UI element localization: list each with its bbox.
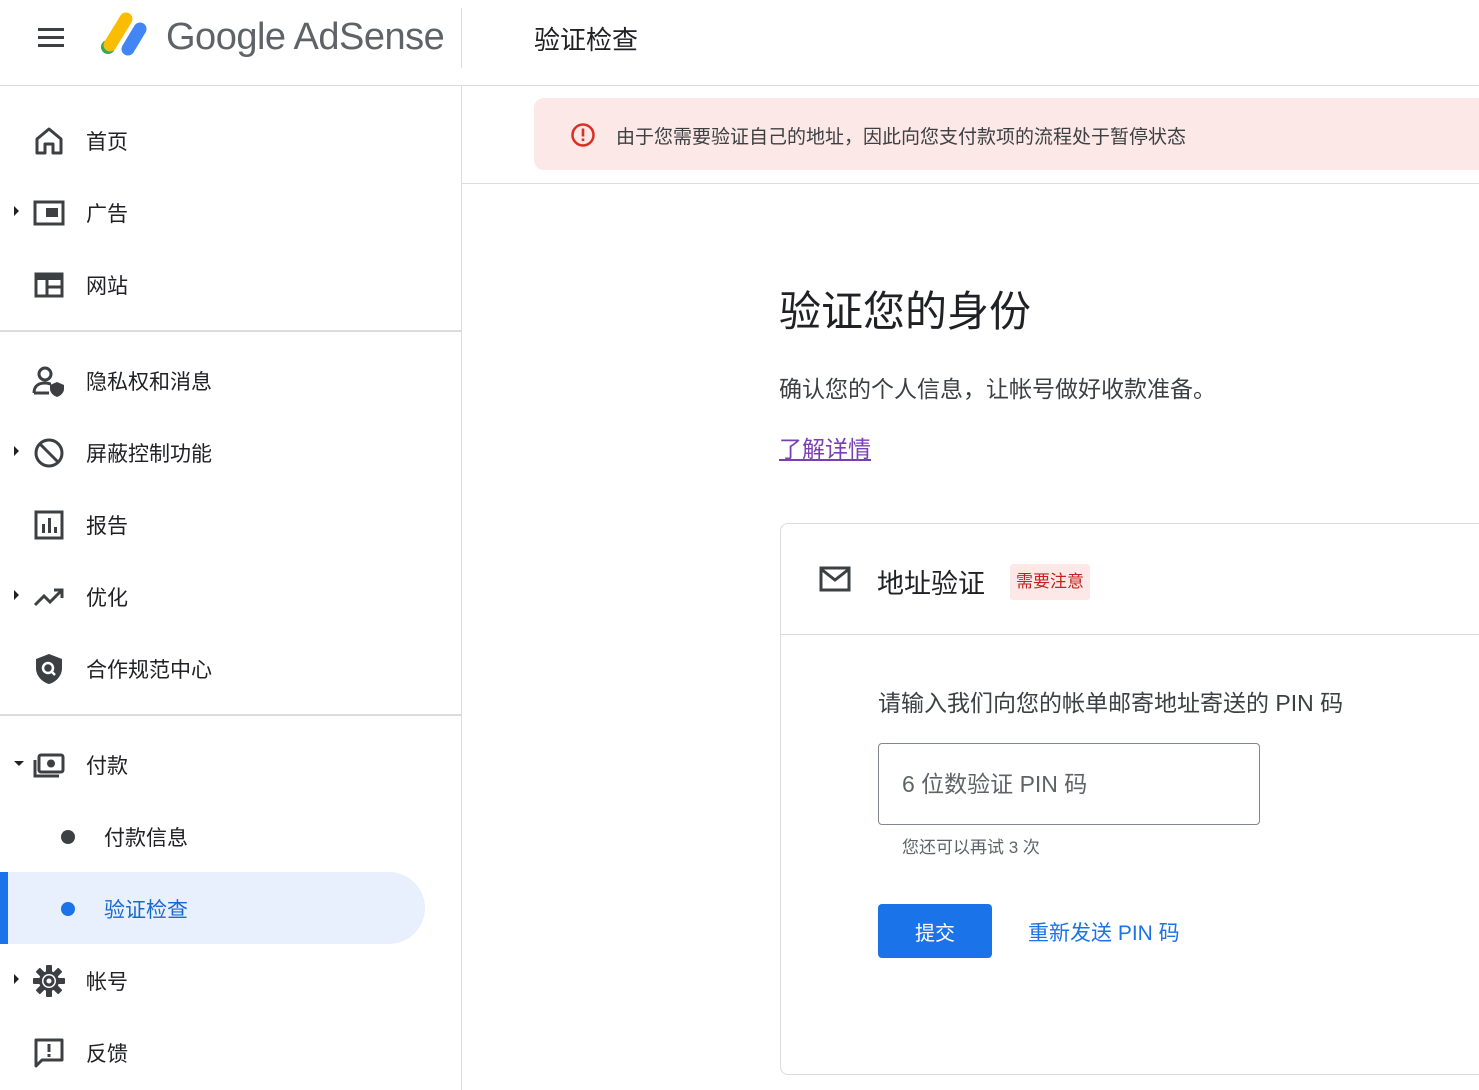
- sidebar-item-label: 报告: [86, 515, 128, 538]
- sidebar-item-label: 验证检查: [104, 899, 188, 922]
- sidebar-item-ads[interactable]: 广告: [0, 176, 425, 248]
- expand-caret-icon[interactable]: [14, 590, 19, 600]
- expand-caret-icon[interactable]: [14, 446, 19, 456]
- pin-input[interactable]: [878, 743, 1260, 825]
- page-title: 验证检查: [534, 25, 639, 55]
- sidebar-item-optimization[interactable]: 优化: [0, 560, 425, 632]
- sidebar-item-label: 网站: [86, 275, 128, 298]
- card-header: 地址验证 需要注意: [781, 524, 1479, 635]
- sidebar-item-privacy[interactable]: 隐私权和消息: [0, 344, 425, 416]
- gear-icon: [33, 965, 65, 997]
- privacy-icon: [32, 366, 64, 397]
- sidebar-item-label: 合作规范中心: [86, 659, 212, 682]
- sidebar-item-label: 帐号: [86, 971, 128, 994]
- sidebar-item-account[interactable]: 帐号: [0, 944, 425, 1016]
- alert-area: 由于您需要验证自己的地址，因此向您支付款项的流程处于暂停状态: [462, 86, 1479, 184]
- sidebar-item-label: 首页: [86, 131, 128, 154]
- submit-button[interactable]: 提交: [878, 904, 992, 958]
- header-divider: [461, 8, 462, 68]
- status-badge: 需要注意: [1010, 564, 1090, 600]
- sidebar-item-payments[interactable]: 付款: [0, 728, 425, 800]
- home-icon: [35, 127, 63, 155]
- learn-more-link[interactable]: 了解详情: [779, 430, 871, 464]
- sidebar-item-sites[interactable]: 网站: [0, 248, 425, 320]
- resend-pin-button[interactable]: 重新发送 PIN 码: [1028, 917, 1180, 947]
- sidebar-item-payment-info[interactable]: 付款信息: [0, 800, 425, 872]
- policy-icon: [36, 654, 62, 684]
- expand-caret-icon[interactable]: [14, 206, 19, 216]
- brand-name[interactable]: Google AdSense: [166, 16, 445, 59]
- sidebar-item-label: 付款: [86, 755, 128, 778]
- collapse-caret-icon[interactable]: [14, 761, 24, 766]
- bullet-icon: [61, 902, 75, 916]
- sidebar-item-blocking-controls[interactable]: 屏蔽控制功能: [0, 416, 425, 488]
- card-title: 地址验证: [877, 569, 985, 599]
- attempts-hint: 您还可以再试 3 次: [902, 838, 1040, 857]
- feedback-icon: [34, 1038, 64, 1068]
- address-verification-card: 地址验证 需要注意 请输入我们向您的帐单邮寄地址寄送的 PIN 码 您还可以再试…: [780, 523, 1479, 1075]
- sidebar-nav: 首页 广告 网站 隐私权和消息 屏蔽控制功能 报告 优化 合作规范中心 付款 付…: [0, 86, 462, 1090]
- main-heading: 验证您的身份: [779, 288, 1032, 335]
- mail-icon: [819, 566, 851, 592]
- block-icon: [34, 438, 64, 468]
- sidebar-item-label: 优化: [86, 587, 128, 610]
- sites-icon: [34, 272, 64, 298]
- error-icon: [571, 123, 595, 147]
- sidebar-item-label: 广告: [86, 203, 128, 226]
- reports-icon: [34, 510, 64, 540]
- pin-prompt: 请输入我们向您的帐单邮寄地址寄送的 PIN 码: [878, 690, 1344, 716]
- alert-message: 由于您需要验证自己的地址，因此向您支付款项的流程处于暂停状态: [616, 127, 1187, 148]
- sidebar-divider: [0, 330, 461, 332]
- sidebar-item-label: 屏蔽控制功能: [86, 443, 212, 466]
- main-subtitle: 确认您的个人信息，让帐号做好收款准备。: [779, 376, 1216, 402]
- sidebar-item-verification[interactable]: 验证检查: [0, 872, 425, 944]
- trending-icon: [33, 588, 64, 607]
- top-app-bar: Google AdSense 验证检查: [0, 0, 1479, 86]
- sidebar-item-home[interactable]: 首页: [0, 104, 425, 176]
- payments-icon: [33, 753, 65, 778]
- sidebar-item-policy-center[interactable]: 合作规范中心: [0, 632, 425, 704]
- sidebar-item-label: 反馈: [86, 1043, 128, 1066]
- bullet-icon: [61, 830, 75, 844]
- sidebar-divider: [0, 714, 461, 716]
- sidebar-item-reports[interactable]: 报告: [0, 488, 425, 560]
- active-indicator: [0, 872, 8, 944]
- expand-caret-icon[interactable]: [14, 974, 19, 984]
- ads-icon: [33, 200, 65, 226]
- menu-icon[interactable]: [36, 24, 66, 52]
- adsense-logo-icon[interactable]: [98, 12, 150, 58]
- sidebar-item-feedback[interactable]: 反馈: [0, 1016, 425, 1088]
- sidebar-item-label: 隐私权和消息: [86, 371, 212, 394]
- error-banner: 由于您需要验证自己的地址，因此向您支付款项的流程处于暂停状态: [534, 98, 1479, 170]
- sidebar-item-label: 付款信息: [104, 827, 188, 850]
